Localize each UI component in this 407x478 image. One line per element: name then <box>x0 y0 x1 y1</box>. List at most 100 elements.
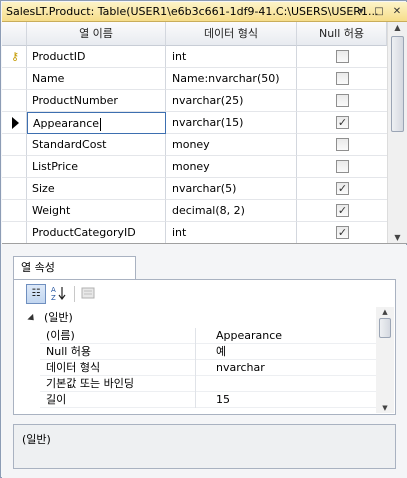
scroll-down-arrow[interactable]: ▼ <box>376 403 394 413</box>
table-row[interactable]: Size nvarchar(5) ✓ <box>2 178 387 200</box>
property-row[interactable]: 기본값 또는 바인딩 <box>40 376 376 392</box>
property-value[interactable]: 15 <box>216 392 376 408</box>
svg-text:A: A <box>51 286 56 294</box>
data-type-cell[interactable]: Name:nvarchar(50) <box>166 68 297 90</box>
svg-text:Z: Z <box>51 294 56 302</box>
allow-nulls-checkbox[interactable]: ✓ <box>336 116 349 129</box>
column-name-cell[interactable]: ProductID <box>27 46 166 68</box>
column-name-cell[interactable]: Size <box>27 178 166 200</box>
column-name-text: Weight <box>32 204 71 217</box>
row-selector[interactable]: ⚷ <box>2 46 27 68</box>
restore-button[interactable]: □ <box>372 4 386 19</box>
allow-nulls-cell: ✓ <box>297 200 387 222</box>
allow-nulls-cell: ✓ <box>297 178 387 200</box>
table-row[interactable]: ProductNumber nvarchar(25) <box>2 90 387 112</box>
title-bar: SalesLT.Product: Table(USER1\e6b3c661-1d… <box>2 2 407 22</box>
property-description: (일반) <box>13 424 396 469</box>
categorized-icon[interactable]: ☷ <box>26 284 46 304</box>
table-row[interactable]: ⚷ ProductID int <box>2 46 387 68</box>
column-name-text: Size <box>32 182 55 195</box>
property-value[interactable]: nvarchar <box>216 360 376 376</box>
property-name: (이름) <box>46 328 196 344</box>
row-selector-header <box>2 22 27 46</box>
allow-nulls-cell <box>297 134 387 156</box>
data-type-cell[interactable]: nvarchar(25) <box>166 90 297 112</box>
column-name-cell[interactable]: Weight <box>27 200 166 222</box>
row-selector[interactable] <box>2 134 27 156</box>
data-type-cell[interactable]: money <box>166 156 297 178</box>
property-row[interactable]: (이름) Appearance <box>40 328 376 344</box>
tab-column-properties[interactable]: 열 속성 <box>13 256 136 280</box>
table-row[interactable]: ProductCategoryID int ✓ <box>2 222 387 243</box>
primary-key-icon: ⚷ <box>11 50 20 63</box>
data-type-cell[interactable]: nvarchar(5) <box>166 178 297 200</box>
allow-nulls-checkbox[interactable]: ✓ <box>336 182 349 195</box>
category-general[interactable]: (일반) <box>26 309 376 327</box>
allow-nulls-checkbox[interactable] <box>336 72 349 85</box>
current-row-arrow-icon <box>12 117 19 129</box>
row-selector[interactable] <box>2 68 27 90</box>
column-name-cell[interactable]: Appearance <box>27 112 166 134</box>
table-row[interactable]: ListPrice money <box>2 156 387 178</box>
scroll-up-arrow[interactable]: ▲ <box>376 307 394 317</box>
column-name-header: 열 이름 <box>27 22 166 46</box>
row-selector[interactable] <box>2 200 27 222</box>
property-value[interactable]: Appearance <box>216 328 376 344</box>
property-name: 데이터 형식 <box>46 360 196 376</box>
allow-nulls-checkbox[interactable] <box>336 138 349 151</box>
scroll-up-arrow[interactable]: ▲ <box>388 22 407 34</box>
allow-nulls-checkbox[interactable] <box>336 94 349 107</box>
column-name-cell[interactable]: ListPrice <box>27 156 166 178</box>
property-row[interactable]: 길이 15 <box>40 392 376 408</box>
properties-vertical-scrollbar[interactable]: ▲ ▼ <box>376 307 394 413</box>
property-name: 길이 <box>46 392 196 408</box>
table-row[interactable]: Appearance nvarchar(15) ✓ <box>2 112 387 134</box>
grid-vertical-scrollbar[interactable]: ▲ ▼ <box>387 22 407 243</box>
property-row[interactable]: 데이터 형식 nvarchar <box>40 360 376 376</box>
property-value[interactable] <box>216 376 376 392</box>
allow-nulls-checkbox[interactable] <box>336 50 349 63</box>
close-button[interactable]: ✕ <box>390 4 404 19</box>
property-pages-icon[interactable] <box>78 284 98 304</box>
column-name-cell[interactable]: ProductCategoryID <box>27 222 166 243</box>
scroll-down-arrow[interactable]: ▼ <box>388 232 407 243</box>
table-row[interactable]: Name Name:nvarchar(50) <box>2 68 387 90</box>
data-type-cell[interactable]: int <box>166 222 297 243</box>
data-type-cell[interactable]: money <box>166 134 297 156</box>
allow-nulls-checkbox[interactable] <box>336 160 349 173</box>
row-selector[interactable] <box>2 90 27 112</box>
scroll-thumb[interactable] <box>379 318 391 338</box>
property-grid: (일반) (이름) Appearance Null 허용 예데이터 형식 nvarcha… <box>26 307 376 412</box>
row-selector[interactable] <box>2 156 27 178</box>
row-selector[interactable] <box>2 112 27 134</box>
window-title: SalesLT.Product: Table(USER1\e6b3c661-1d… <box>6 5 379 18</box>
data-type-cell[interactable]: nvarchar(15) <box>166 112 297 134</box>
allow-nulls-checkbox[interactable]: ✓ <box>336 204 349 217</box>
allow-nulls-cell <box>297 68 387 90</box>
property-name: Null 허용 <box>46 344 196 360</box>
column-name-cell[interactable]: StandardCost <box>27 134 166 156</box>
column-name-text: ProductID <box>32 50 86 63</box>
property-value[interactable]: 예 <box>216 344 376 360</box>
column-name-cell[interactable]: ProductNumber <box>27 90 166 112</box>
window-position-button[interactable]: ▾ <box>354 4 368 19</box>
table-row[interactable]: Weight decimal(8, 2) ✓ <box>2 200 387 222</box>
allow-nulls-cell <box>297 156 387 178</box>
sort-alphabetical-icon[interactable]: AZ <box>49 284 69 304</box>
column-name-text: Appearance <box>33 117 100 130</box>
allow-nulls-header: Null 허용 <box>297 22 387 46</box>
row-selector[interactable] <box>2 178 27 200</box>
row-selector[interactable] <box>2 222 27 243</box>
column-name-cell[interactable]: Name <box>27 68 166 90</box>
data-type-header: 데이터 형식 <box>166 22 297 46</box>
collapse-arrow-icon[interactable] <box>27 313 37 324</box>
scroll-thumb[interactable] <box>391 36 404 132</box>
data-type-cell[interactable]: int <box>166 46 297 68</box>
property-row[interactable]: Null 허용 예 <box>40 344 376 360</box>
column-name-text: ProductNumber <box>32 94 118 107</box>
allow-nulls-cell <box>297 90 387 112</box>
allow-nulls-checkbox[interactable]: ✓ <box>336 226 349 239</box>
data-type-cell[interactable]: decimal(8, 2) <box>166 200 297 222</box>
table-row[interactable]: StandardCost money <box>2 134 387 156</box>
property-name: 기본값 또는 바인딩 <box>46 376 196 392</box>
